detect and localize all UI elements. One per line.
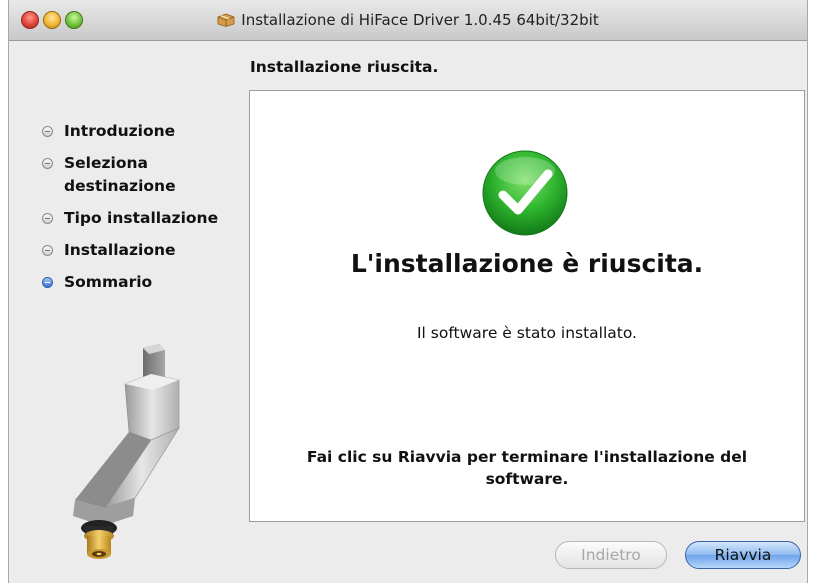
installed-message: Il software è stato installato.	[416, 324, 637, 342]
step-label: Seleziona destinazione	[64, 154, 176, 195]
step-bullet-icon	[42, 126, 53, 137]
success-checkmark-icon	[482, 150, 568, 236]
installer-window: Installazione di HiFace Driver 1.0.45 64…	[8, 0, 808, 583]
back-button[interactable]: Indietro	[555, 541, 667, 569]
step-label: Tipo installazione	[64, 209, 219, 227]
page-title: Installazione riuscita.	[250, 58, 439, 76]
title-bar[interactable]: Installazione di HiFace Driver 1.0.45 64…	[9, 0, 807, 41]
window-title-group: Installazione di HiFace Driver 1.0.45 64…	[9, 9, 807, 31]
step-bullet-icon	[42, 245, 53, 256]
success-heading: L'installazione è riuscita.	[350, 249, 704, 278]
step-bullet-icon	[42, 158, 53, 169]
hiface-device-image	[73, 344, 180, 559]
sidebar-step-tipo-installazione: Tipo installazione	[39, 207, 249, 230]
summary-panel: L'installazione è riuscita. Il software …	[249, 90, 805, 522]
step-bullet-icon	[42, 213, 53, 224]
sidebar-step-sommario: Sommario	[39, 271, 249, 294]
sidebar-step-installazione: Installazione	[39, 239, 249, 262]
step-label: Sommario	[64, 273, 153, 291]
steps-sidebar: Introduzione Seleziona destinazione Tipo…	[39, 120, 249, 303]
package-icon	[217, 13, 235, 27]
window-title: Installazione di HiFace Driver 1.0.45 64…	[241, 11, 599, 29]
restart-button[interactable]: Riavvia	[685, 541, 801, 569]
sidebar-step-seleziona-destinazione: Seleziona destinazione	[39, 152, 249, 198]
step-label: Installazione	[64, 241, 176, 259]
step-bullet-active-icon	[42, 277, 53, 288]
sidebar-step-introduzione: Introduzione	[39, 120, 249, 143]
restart-instruction: Fai clic su Riavvia per terminare l'inst…	[306, 448, 748, 488]
step-label: Introduzione	[64, 122, 176, 140]
